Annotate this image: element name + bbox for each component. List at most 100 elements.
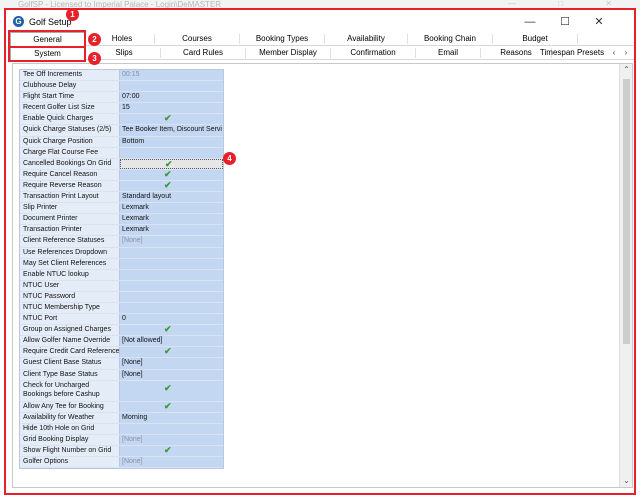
setting-label: Grid Booking Display bbox=[20, 434, 120, 445]
settings-row[interactable]: Quick Charge Position Bottom bbox=[20, 136, 223, 148]
settings-row[interactable]: Allow Golfer Name Override [Not allowed] bbox=[20, 336, 223, 348]
settings-row[interactable]: Slip Printer Lexmark bbox=[20, 203, 223, 215]
settings-row[interactable]: NTUC Membership Type bbox=[20, 302, 223, 315]
settings-row[interactable]: Golfer Options [None] bbox=[20, 457, 223, 469]
setting-label: Use References Dropdown bbox=[20, 247, 120, 258]
setting-value[interactable] bbox=[120, 291, 223, 302]
tab-member-display[interactable]: Member Display bbox=[246, 46, 330, 60]
close-button[interactable]: ✕ bbox=[586, 14, 612, 30]
tab-separator bbox=[577, 34, 578, 44]
system-settings-panel: Tee Off Increments 00:15 Clubhouse Delay Fl… bbox=[12, 63, 633, 488]
checkmark-icon: ✔ bbox=[164, 180, 172, 190]
settings-row[interactable]: Client Type Base Status [None] bbox=[20, 369, 223, 381]
maximize-button[interactable]: ☐ bbox=[552, 14, 578, 30]
setting-value[interactable]: [None] bbox=[120, 358, 223, 369]
tab-availability[interactable]: Availability bbox=[325, 32, 407, 46]
setting-value[interactable] bbox=[120, 269, 223, 280]
setting-checkbox[interactable]: ✔ bbox=[120, 446, 223, 457]
setting-value[interactable] bbox=[120, 280, 223, 291]
tab-email[interactable]: Email bbox=[416, 46, 480, 60]
settings-row[interactable]: NTUC Port 0 bbox=[20, 314, 223, 326]
setting-value[interactable]: [None] bbox=[120, 369, 223, 380]
setting-value[interactable]: [None] bbox=[120, 236, 223, 247]
settings-row[interactable]: Group on Assigned Charges ✔ bbox=[20, 325, 223, 337]
setting-value[interactable]: [None] bbox=[120, 434, 223, 445]
scroll-down-icon[interactable]: ⌄ bbox=[620, 475, 632, 487]
setting-value[interactable]: Lexmark bbox=[120, 214, 223, 225]
settings-row[interactable]: Hide 10th Hole on Grid bbox=[20, 423, 223, 435]
settings-row[interactable]: Check for Uncharged Bookings before Cash… bbox=[20, 380, 223, 402]
tab-booking-chain[interactable]: Booking Chain bbox=[408, 32, 492, 46]
vertical-scrollbar[interactable]: ⌃ ⌄ bbox=[619, 64, 632, 487]
tab-scroll-left-icon[interactable]: ‹ bbox=[609, 46, 619, 60]
setting-value[interactable]: 15 bbox=[120, 103, 223, 114]
setting-value[interactable] bbox=[120, 81, 223, 92]
setting-value[interactable]: Lexmark bbox=[120, 203, 223, 214]
settings-row[interactable]: Charge Flat Course Fee bbox=[20, 147, 223, 159]
settings-row[interactable]: Enable Quick Charges ✔ bbox=[20, 114, 223, 126]
settings-row[interactable]: NTUC Password bbox=[20, 291, 223, 303]
checkmark-icon: ✔ bbox=[164, 169, 172, 179]
settings-row[interactable]: Recent Golfer List Size 15 bbox=[20, 103, 223, 115]
minimize-button[interactable]: — bbox=[517, 14, 543, 30]
settings-row[interactable]: Client Reference Statuses [None] bbox=[20, 236, 223, 248]
setting-label: Hide 10th Hole on Grid bbox=[20, 423, 120, 434]
tab-confirmation[interactable]: Confirmation bbox=[331, 46, 415, 60]
tab-budget[interactable]: Budget bbox=[493, 32, 577, 46]
settings-row[interactable]: Transaction Print Layout Standard layout bbox=[20, 192, 223, 204]
checkmark-icon: ✔ bbox=[165, 158, 173, 169]
setting-checkbox[interactable]: ✔ bbox=[120, 325, 223, 336]
settings-row[interactable]: Enable NTUC lookup bbox=[20, 269, 223, 281]
tab-timespan-presets[interactable]: Timespan Presets bbox=[536, 46, 608, 60]
settings-row[interactable]: Transaction Printer Lexmark bbox=[20, 225, 223, 237]
settings-row[interactable]: Grid Booking Display [None] bbox=[20, 434, 223, 446]
scroll-up-icon[interactable]: ⌃ bbox=[620, 64, 632, 76]
settings-row[interactable]: Cancelled Bookings On Grid ✔ bbox=[20, 158, 223, 170]
settings-row[interactable]: May Set Client References bbox=[20, 258, 223, 270]
settings-row[interactable]: Document Printer Lexmark bbox=[20, 214, 223, 226]
settings-row[interactable]: Quick Charge Statuses (2/5) Tee Booker It… bbox=[20, 125, 223, 137]
setting-value[interactable]: Standard layout bbox=[120, 192, 223, 203]
tab-scroll-right-icon[interactable]: › bbox=[621, 46, 631, 60]
setting-value[interactable]: [Not allowed] bbox=[120, 336, 223, 347]
settings-row[interactable]: Availability for Weather Morning bbox=[20, 412, 223, 424]
settings-row[interactable]: Flight Start Time 07:00 bbox=[20, 92, 223, 104]
setting-value[interactable] bbox=[120, 258, 223, 269]
setting-checkbox[interactable]: ✔ bbox=[120, 347, 223, 358]
settings-row[interactable]: Clubhouse Delay bbox=[20, 81, 223, 93]
setting-value[interactable]: Morning bbox=[120, 412, 223, 423]
settings-row[interactable]: NTUC User bbox=[20, 280, 223, 292]
setting-value[interactable]: 00:15 bbox=[120, 70, 223, 81]
setting-value[interactable] bbox=[120, 302, 223, 314]
settings-row[interactable]: Require Cancel Reason ✔ bbox=[20, 169, 223, 181]
settings-row[interactable]: Guest Client Base Status [None] bbox=[20, 358, 223, 370]
setting-value[interactable]: [None] bbox=[120, 457, 223, 468]
settings-row[interactable]: Require Credit Card Reference ✔ bbox=[20, 347, 223, 359]
tab-courses[interactable]: Courses bbox=[155, 32, 239, 46]
setting-checkbox[interactable]: ✔ bbox=[120, 158, 223, 169]
tab-booking-types[interactable]: Booking Types bbox=[240, 32, 324, 46]
setting-value[interactable] bbox=[120, 247, 223, 258]
setting-checkbox[interactable]: ✔ bbox=[120, 380, 223, 401]
tab-card-rules[interactable]: Card Rules bbox=[161, 46, 245, 60]
setting-checkbox[interactable]: ✔ bbox=[120, 401, 223, 412]
setting-value[interactable]: 0 bbox=[120, 314, 223, 325]
setting-value[interactable] bbox=[120, 147, 223, 158]
setting-checkbox[interactable]: ✔ bbox=[120, 169, 223, 180]
setting-value[interactable]: 07:00 bbox=[120, 92, 223, 103]
setting-value[interactable]: Bottom bbox=[120, 136, 223, 147]
scrollbar-thumb[interactable] bbox=[623, 79, 630, 344]
setting-checkbox[interactable]: ✔ bbox=[120, 114, 223, 125]
setting-checkbox[interactable]: ✔ bbox=[120, 180, 223, 192]
setting-value[interactable]: Lexmark bbox=[120, 225, 223, 236]
setting-value[interactable] bbox=[120, 423, 223, 434]
setting-value[interactable]: Tee Booker Item, Discount Servi bbox=[120, 125, 223, 136]
settings-row[interactable]: Show Flight Number on Grid ✔ bbox=[20, 446, 223, 458]
settings-row[interactable]: Tee Off Increments 00:15 bbox=[20, 70, 223, 82]
setting-label: Recent Golfer List Size bbox=[20, 103, 120, 114]
settings-row[interactable]: Require Reverse Reason ✔ bbox=[20, 180, 223, 193]
setting-label: Charge Flat Course Fee bbox=[20, 147, 120, 158]
settings-row[interactable]: Use References Dropdown bbox=[20, 247, 223, 259]
settings-row[interactable]: Allow Any Tee for Booking ✔ bbox=[20, 401, 223, 413]
setting-label: Clubhouse Delay bbox=[20, 81, 120, 92]
